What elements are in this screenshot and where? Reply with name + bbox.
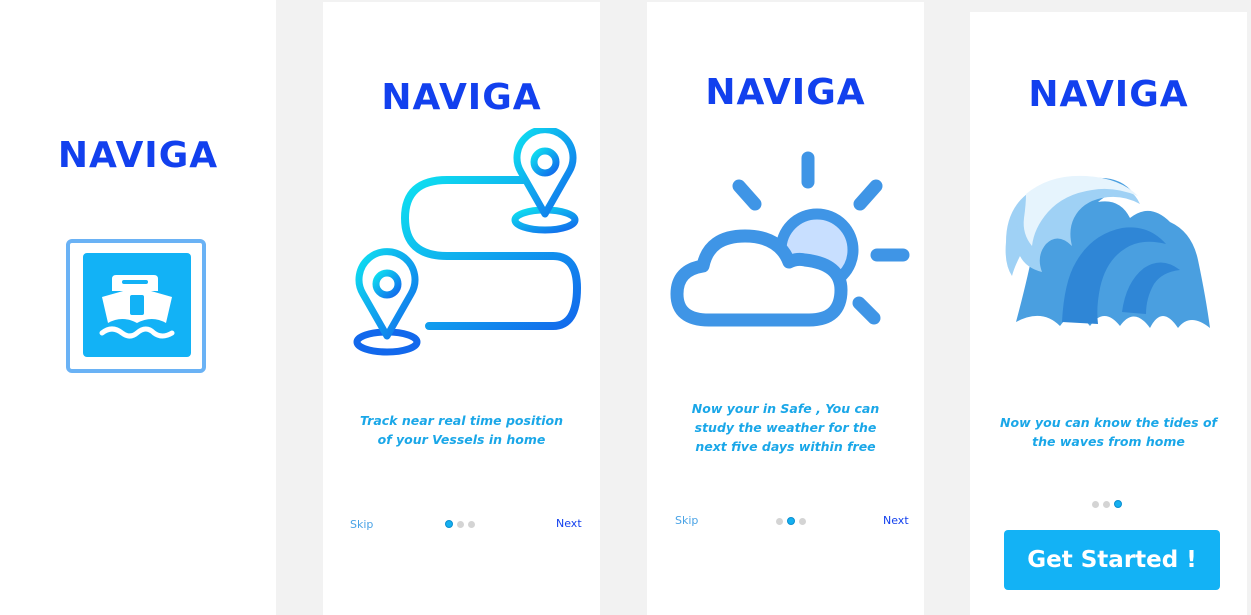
skip-button[interactable]: Skip xyxy=(350,518,373,531)
page-dot[interactable] xyxy=(799,517,806,525)
app-title: NAVIGA xyxy=(381,77,542,118)
splash-screen: NAVIGA xyxy=(0,0,276,615)
route-map-pins-icon xyxy=(353,128,582,356)
page-indicator xyxy=(776,517,806,525)
page-dot[interactable] xyxy=(468,520,475,528)
page-dot[interactable] xyxy=(1103,500,1110,508)
page-dot-active[interactable] xyxy=(787,517,795,525)
page-indicator xyxy=(1092,500,1122,508)
onboarding-screen-1: NAVIGA Track near real time position of … xyxy=(323,2,600,615)
ship-icon xyxy=(66,239,206,373)
page-dot[interactable] xyxy=(1092,500,1099,508)
app-title: NAVIGA xyxy=(57,135,219,176)
page-dot[interactable] xyxy=(457,520,464,528)
skip-button[interactable]: Skip xyxy=(675,514,698,527)
page-dot-active[interactable] xyxy=(445,520,453,528)
next-button[interactable]: Next xyxy=(883,514,909,527)
onboarding-caption: Now your in Safe , You can study the wea… xyxy=(691,401,880,454)
onboarding-screen-2: NAVIGA Now your in Safe , You can study … xyxy=(647,2,924,615)
page-indicator xyxy=(445,520,475,528)
onboarding-caption: Now you can know the tides of the waves … xyxy=(1000,415,1217,449)
onboarding-screen-3: NAVIGA Now you can know the tides of the… xyxy=(970,12,1247,615)
ocean-wave-icon xyxy=(1005,175,1210,328)
app-title: NAVIGA xyxy=(1028,74,1189,115)
page-dot[interactable] xyxy=(776,517,783,525)
app-title: NAVIGA xyxy=(705,72,866,113)
page-dot-active[interactable] xyxy=(1114,500,1122,508)
sun-behind-cloud-icon xyxy=(670,151,910,327)
get-started-button[interactable]: Get Started ! xyxy=(1004,530,1220,590)
onboarding-caption: Track near real time position of your Ve… xyxy=(360,413,563,447)
next-button[interactable]: Next xyxy=(556,517,582,530)
